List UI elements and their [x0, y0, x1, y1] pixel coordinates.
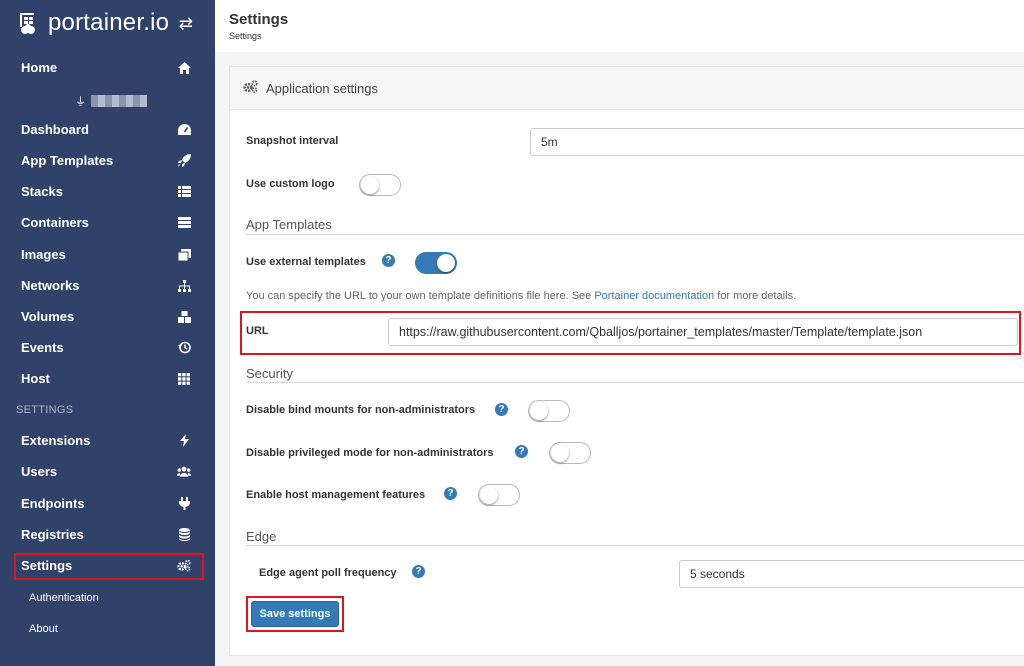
cogs-icon — [243, 80, 258, 96]
external-templates-label: Use external templates — [246, 256, 366, 268]
section-divider — [246, 234, 1024, 235]
sidebar-item-label: Registries — [21, 527, 84, 542]
portainer-documentation-link[interactable]: Portainer documentation — [594, 290, 714, 302]
server-icon — [177, 216, 191, 230]
sidebar-item-host[interactable]: Host — [0, 363, 215, 394]
endpoint-name: ⏚ — [75, 93, 147, 109]
sidebar-item-label: Users — [21, 464, 58, 479]
sidebar-item-label: Events — [21, 340, 64, 355]
portainer-logo-icon — [20, 13, 35, 34]
help-icon[interactable]: ? — [495, 403, 508, 416]
custom-logo-toggle[interactable] — [359, 174, 401, 196]
list-icon — [177, 185, 191, 199]
sidebar-item-app-templates[interactable]: App Templates — [0, 145, 215, 176]
sidebar-item-label: App Templates — [21, 153, 114, 168]
brand-logo[interactable]: portainer.io ⇄ — [0, 0, 215, 46]
url-label: URL — [246, 325, 269, 337]
bolt-icon — [177, 434, 191, 448]
page-title: Settings — [229, 11, 289, 28]
sidebar-item-label: Containers — [21, 215, 89, 230]
section-security: Security — [246, 366, 293, 381]
dashboard-icon — [177, 123, 191, 137]
bind-mounts-label: Disable bind mounts for non-administrato… — [246, 404, 476, 416]
edge-poll-label: Edge agent poll frequency — [259, 567, 397, 579]
sidebar-item-stacks[interactable]: Stacks — [0, 176, 215, 207]
cubes-icon — [177, 310, 191, 324]
section-divider — [246, 382, 1024, 383]
sidebar-item-label: Endpoints — [21, 496, 85, 511]
plug-icon — [177, 497, 191, 511]
sidebar-subitem-label: Authentication — [29, 591, 99, 604]
database-icon — [177, 528, 191, 542]
brand-name: portainer.io — [48, 9, 170, 36]
home-icon — [177, 61, 191, 75]
sidebar-item-label: Volumes — [21, 309, 75, 324]
sidebar-item-networks[interactable]: Networks — [0, 270, 215, 301]
sidebar-item-registries[interactable]: Registries — [0, 519, 215, 550]
history-icon — [177, 341, 191, 355]
clone-icon — [177, 248, 191, 262]
section-divider — [246, 545, 1024, 546]
save-settings-button[interactable]: Save settings — [251, 601, 339, 627]
help-icon[interactable]: ? — [382, 254, 395, 267]
grid-icon — [177, 372, 191, 386]
help-icon[interactable]: ? — [412, 565, 425, 578]
sidebar-item-endpoints[interactable]: Endpoints — [0, 488, 215, 519]
endpoint-name-redacted — [91, 95, 147, 107]
exchange-icon[interactable]: ⇄ — [179, 14, 193, 34]
sidebar-item-extensions[interactable]: Extensions — [0, 425, 215, 456]
rocket-icon — [177, 154, 191, 168]
section-edge: Edge — [246, 529, 277, 544]
sidebar-subitem-authentication[interactable]: Authentication — [0, 582, 215, 613]
users-icon — [177, 465, 191, 479]
edge-poll-select[interactable]: 5 seconds — [679, 560, 1024, 588]
sidebar-item-label: Home — [21, 60, 58, 75]
panel-title: Application settings — [266, 80, 379, 96]
sidebar-section-settings: SETTINGS — [16, 404, 74, 416]
sidebar-item-label: Dashboard — [21, 122, 89, 137]
sidebar-item-label: Extensions — [21, 433, 91, 448]
sidebar-item-label: Host — [21, 371, 50, 386]
sidebar: portainer.io ⇄ Home ⏚ Dashboard App Temp… — [0, 0, 215, 666]
sidebar-subitem-about[interactable]: About — [0, 613, 215, 644]
sidebar-item-label: Stacks — [21, 184, 63, 199]
help-text-suffix: for more details. — [714, 290, 797, 302]
custom-logo-label: Use custom logo — [246, 178, 335, 190]
privileged-mode-toggle[interactable] — [549, 442, 591, 464]
sidebar-item-volumes[interactable]: Volumes — [0, 301, 215, 332]
section-app-templates: App Templates — [246, 217, 332, 232]
sidebar-item-home[interactable]: Home — [0, 52, 215, 83]
templates-url-input[interactable]: https://raw.githubusercontent.com/Qballj… — [388, 318, 1018, 346]
privileged-mode-label: Disable privileged mode for non-administ… — [246, 447, 494, 459]
sidebar-item-dashboard[interactable]: Dashboard — [0, 114, 215, 145]
help-text-prefix: You can specify the URL to your own temp… — [246, 290, 595, 302]
sidebar-item-users[interactable]: Users — [0, 456, 215, 487]
external-templates-toggle[interactable] — [415, 252, 457, 274]
sidebar-item-images[interactable]: Images — [0, 239, 215, 270]
settings-highlight-box — [14, 553, 204, 580]
snapshot-interval-label: Snapshot interval — [246, 135, 339, 147]
host-management-label: Enable host management features — [246, 489, 426, 501]
breadcrumb: Settings — [229, 31, 262, 41]
sidebar-item-label: Images — [21, 247, 66, 262]
plug-icon: ⏚ — [75, 96, 86, 108]
sidebar-item-label: Networks — [21, 278, 80, 293]
bind-mounts-toggle[interactable] — [528, 400, 570, 422]
help-icon[interactable]: ? — [515, 445, 528, 458]
help-icon[interactable]: ? — [444, 487, 457, 500]
sidebar-subitem-label: About — [29, 622, 58, 635]
snapshot-interval-input[interactable]: 5m — [530, 128, 1024, 156]
sidebar-item-events[interactable]: Events — [0, 332, 215, 363]
sitemap-icon — [177, 279, 191, 293]
panel-header: Application settings — [230, 67, 1024, 110]
page-header: Settings Settings — [215, 0, 1024, 52]
templates-help-text: You can specify the URL to your own temp… — [246, 290, 796, 302]
sidebar-item-containers[interactable]: Containers — [0, 207, 215, 238]
host-management-toggle[interactable] — [478, 484, 520, 506]
